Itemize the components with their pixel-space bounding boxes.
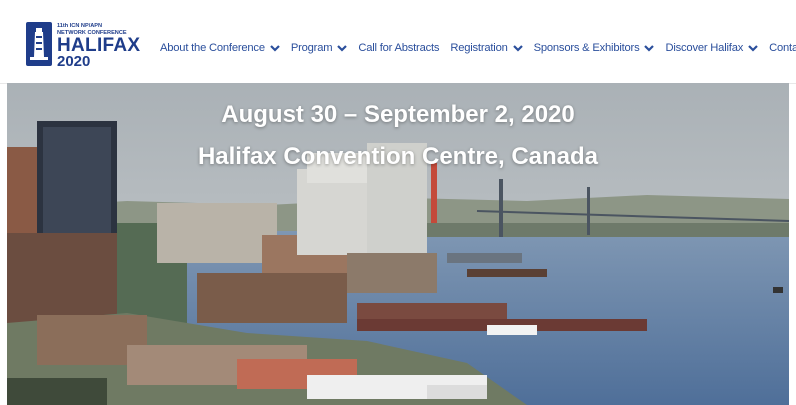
- nav-discover-halifax-label: Discover Halifax: [665, 42, 744, 54]
- nav-registration-label: Registration: [450, 42, 508, 54]
- site-logo[interactable]: 11th ICN NP/APN NETWORK CONFERENCE HALIF…: [26, 22, 148, 72]
- nav-sponsors[interactable]: Sponsors & Exhibitors: [534, 42, 655, 54]
- nav-registration[interactable]: Registration: [450, 42, 523, 54]
- chevron-down-icon: [270, 45, 280, 52]
- hero-banner: August 30 – September 2, 2020 Halifax Co…: [7, 83, 789, 405]
- nav-program[interactable]: Program: [291, 42, 348, 54]
- hero-venue: Halifax Convention Centre, Canada: [197, 143, 599, 170]
- nav-sponsors-label: Sponsors & Exhibitors: [533, 42, 640, 54]
- site-header: 11th ICN NP/APN NETWORK CONFERENCE HALIF…: [0, 0, 796, 84]
- nav-program-label: Program: [290, 42, 333, 54]
- chevron-down-icon: [512, 45, 523, 52]
- main-nav: About the Conference Program Call for Ab…: [160, 40, 796, 56]
- chevron-down-icon: [748, 45, 758, 52]
- hero-dates: August 30 – September 2, 2020: [221, 101, 575, 128]
- nav-contact[interactable]: Contact Us: [769, 42, 796, 54]
- chevron-down-icon: [337, 45, 348, 52]
- nav-about-label: About the Conference: [160, 42, 265, 54]
- nav-call-for-abstracts-label: Call for Abstracts: [358, 42, 440, 54]
- nav-call-for-abstracts[interactable]: Call for Abstracts: [358, 42, 439, 54]
- nav-contact-label: Contact Us: [769, 42, 796, 54]
- lighthouse-icon: [26, 22, 52, 66]
- logo-line-4: 2020: [57, 53, 91, 70]
- logo-line-1: 11th ICN NP/APN: [57, 23, 103, 29]
- nav-discover-halifax[interactable]: Discover Halifax: [665, 42, 758, 54]
- chevron-down-icon: [644, 45, 655, 52]
- nav-about[interactable]: About the Conference: [160, 42, 280, 54]
- halifax-harbour-image: [7, 83, 789, 405]
